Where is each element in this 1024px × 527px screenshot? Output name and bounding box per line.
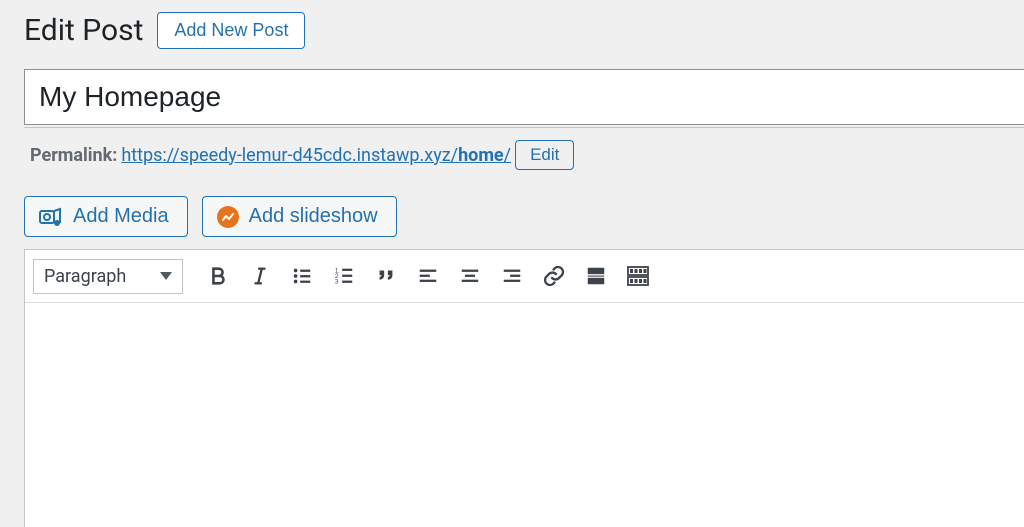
bold-button[interactable]	[197, 258, 239, 294]
post-title-input[interactable]	[24, 69, 1024, 125]
numbered-list-button[interactable]: 1 2 3	[323, 258, 365, 294]
chevron-down-icon	[160, 272, 172, 280]
add-new-post-button[interactable]: Add New Post	[157, 12, 305, 49]
italic-button[interactable]	[239, 258, 281, 294]
svg-text:3: 3	[335, 278, 339, 285]
add-slideshow-label: Add slideshow	[249, 205, 378, 228]
permalink-edit-button[interactable]: Edit	[515, 140, 574, 170]
camera-music-icon	[39, 206, 63, 228]
blockquote-button[interactable]	[365, 258, 407, 294]
content-editor[interactable]	[25, 303, 1024, 527]
editor-box: Paragraph 1 2 3	[24, 249, 1024, 527]
add-media-label: Add Media	[73, 205, 169, 228]
align-right-button[interactable]	[491, 258, 533, 294]
page-title: Edit Post	[24, 13, 143, 48]
link-button[interactable]	[533, 258, 575, 294]
align-center-button[interactable]	[449, 258, 491, 294]
add-media-button[interactable]: Add Media	[24, 196, 188, 237]
format-select[interactable]: Paragraph	[33, 259, 183, 294]
permalink-label: Permalink:	[30, 145, 117, 166]
editor-toolbar: Paragraph 1 2 3	[25, 250, 1024, 303]
add-slideshow-button[interactable]: Add slideshow	[202, 196, 397, 237]
slideshow-icon	[217, 206, 239, 228]
format-select-label: Paragraph	[44, 266, 126, 287]
bullet-list-button[interactable]	[281, 258, 323, 294]
permalink-link[interactable]: https://speedy-lemur-d45cdc.instawp.xyz/…	[121, 145, 511, 166]
read-more-button[interactable]	[575, 258, 617, 294]
permalink-row: Permalink: https://speedy-lemur-d45cdc.i…	[30, 140, 1024, 170]
align-left-button[interactable]	[407, 258, 449, 294]
toolbar-toggle-button[interactable]	[617, 258, 659, 294]
